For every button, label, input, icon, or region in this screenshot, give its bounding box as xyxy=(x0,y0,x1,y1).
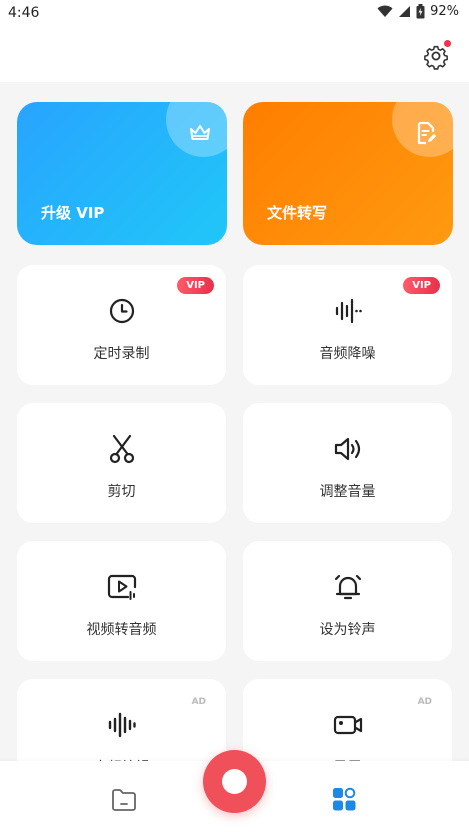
cut-card[interactable]: 剪切 xyxy=(17,403,226,523)
battery-level: 92% xyxy=(430,4,459,19)
header xyxy=(0,28,469,82)
vip-badge: VIP xyxy=(177,277,214,294)
crown-icon xyxy=(190,125,210,140)
adjust-volume-card[interactable]: 调整音量 xyxy=(243,403,452,523)
scissors-icon xyxy=(109,434,134,464)
wifi-icon xyxy=(377,5,393,17)
audio-edit-icon xyxy=(108,712,136,738)
notification-dot xyxy=(444,40,451,47)
scheduled-record-label: 定时录制 xyxy=(93,346,150,362)
file-transcribe-label: 文件转写 xyxy=(267,204,328,222)
noise-reduction-label: 音频降噪 xyxy=(319,346,376,362)
record-icon xyxy=(222,769,247,794)
upgrade-vip-card[interactable]: 升级 VIP xyxy=(17,102,227,245)
upgrade-vip-label: 升级 VIP xyxy=(41,204,105,222)
ad-badge: AD xyxy=(417,697,432,707)
scheduled-record-card[interactable]: VIP 定时录制 xyxy=(17,265,226,385)
battery-icon xyxy=(416,4,425,19)
adjust-volume-label: 调整音量 xyxy=(319,484,376,500)
status-time: 4:46 xyxy=(8,5,40,21)
document-edit-icon xyxy=(417,121,437,145)
settings-button[interactable] xyxy=(421,40,451,70)
screen-record-icon xyxy=(333,715,362,735)
tools-grid-icon xyxy=(333,787,356,811)
record-button[interactable] xyxy=(203,750,266,813)
bell-icon xyxy=(334,574,361,600)
cut-label: 剪切 xyxy=(107,484,136,500)
video-to-audio-icon xyxy=(107,574,136,600)
signal-icon xyxy=(399,6,411,17)
folder-icon xyxy=(112,789,136,811)
vip-badge: VIP xyxy=(403,277,440,294)
ad-badge: AD xyxy=(191,697,206,707)
video-to-audio-label: 视频转音频 xyxy=(86,622,157,638)
waveform-icon xyxy=(335,298,362,324)
status-bar: 4:46 92% xyxy=(0,0,469,28)
video-to-audio-card[interactable]: 视频转音频 xyxy=(17,541,226,661)
speaker-icon xyxy=(334,437,360,461)
status-icons: 92% xyxy=(377,4,459,19)
set-ringtone-label: 设为铃声 xyxy=(319,622,376,638)
set-ringtone-card[interactable]: 设为铃声 xyxy=(243,541,452,661)
files-tab[interactable] xyxy=(110,786,138,814)
file-transcribe-card[interactable]: 文件转写 xyxy=(243,102,453,245)
tools-tab[interactable] xyxy=(330,785,358,813)
clock-icon xyxy=(109,298,134,324)
noise-reduction-card[interactable]: VIP 音频降噪 xyxy=(243,265,452,385)
